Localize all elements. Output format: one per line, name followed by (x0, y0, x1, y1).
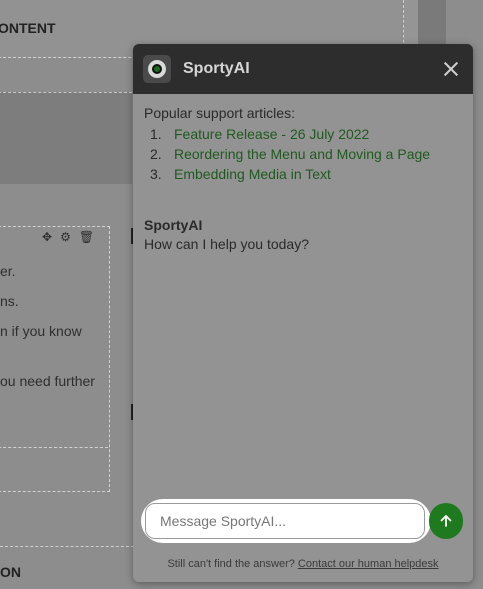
article-link[interactable]: Reordering the Menu and Moving a Page (174, 144, 430, 164)
chat-title: SportyAI (183, 60, 250, 77)
sportyai-logo-icon (143, 55, 171, 83)
article-number: 1. (150, 126, 162, 142)
chat-message: SportyAI How can I help you today? (144, 216, 462, 254)
article-link[interactable]: Embedding Media in Text (174, 164, 331, 184)
section-divider (0, 546, 134, 547)
module-divider (0, 447, 108, 448)
footer-text: Still can't find the answer? (167, 558, 295, 570)
text-module (0, 226, 110, 492)
article-number: 2. (150, 146, 162, 162)
article-item: 1. Feature Release - 26 July 2022 (144, 124, 462, 144)
chat-widget: SportyAI Popular support articles: 1. Fe… (133, 44, 473, 582)
content-section-label: ONTENT (0, 20, 56, 36)
article-number: 3. (150, 166, 162, 182)
module-text-line: n if you know (0, 323, 82, 339)
close-icon[interactable] (441, 59, 461, 79)
content-placeholder-block (0, 92, 132, 184)
articles-list: 1. Feature Release - 26 July 2022 2. Reo… (144, 124, 462, 184)
send-button[interactable] (429, 503, 463, 539)
section-label: ON (0, 564, 21, 580)
arrow-up-icon (440, 515, 452, 527)
right-column-block (418, 0, 446, 44)
chat-footer: Still can't find the answer? Contact our … (133, 558, 473, 570)
article-item: 3. Embedding Media in Text (144, 164, 462, 184)
message-author: SportyAI (144, 217, 203, 233)
helpdesk-link[interactable]: Contact our human helpdesk (298, 558, 439, 570)
message-composer (141, 499, 465, 543)
message-input[interactable] (145, 503, 425, 539)
module-text-line: ns. (0, 293, 19, 309)
article-item: 2. Reordering the Menu and Moving a Page (144, 144, 462, 164)
chat-header: SportyAI (133, 44, 473, 94)
module-text-line: er. (0, 263, 16, 279)
article-link[interactable]: Feature Release - 26 July 2022 (174, 124, 369, 144)
message-text: How can I help you today? (144, 236, 309, 252)
module-text-line: ou need further (0, 373, 95, 389)
chat-body: Popular support articles: 1. Feature Rel… (133, 94, 473, 254)
articles-heading: Popular support articles: (144, 105, 295, 121)
